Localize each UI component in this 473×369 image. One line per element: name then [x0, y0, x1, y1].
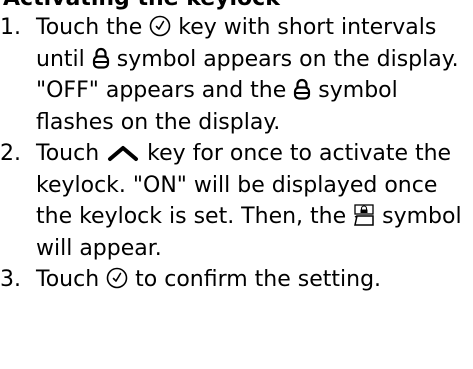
step-text: Touch the key with short intervals until: [36, 12, 473, 138]
instruction-page: Activating the keylock 1. Touch the key …: [0, 0, 473, 369]
step-number: 1.: [0, 15, 21, 40]
step-2: 2. Touch key for once to activate the ke…: [0, 138, 473, 264]
step-text-part: Touch: [36, 267, 100, 292]
section-heading: Activating the keylock: [3, 0, 280, 12]
clock-icon: [106, 267, 128, 289]
step-text-part: to confirm the setting.: [135, 267, 382, 292]
chevron-up-icon: [106, 143, 140, 163]
padlock-icon: [293, 78, 311, 100]
step-3: 3. Touch to confirm the setting.: [0, 264, 473, 296]
step-1: 1. Touch the key with short intervals un…: [0, 12, 473, 138]
keylock-display-icon: [353, 204, 375, 226]
step-text: Touch key for once to activate the keylo…: [36, 138, 473, 264]
padlock-icon: [92, 47, 110, 69]
step-text: Touch to confirm the setting.: [36, 264, 473, 296]
steps-list: 1. Touch the key with short intervals un…: [0, 12, 473, 296]
step-number: 2.: [0, 141, 21, 166]
clock-icon: [149, 15, 171, 37]
step-text-part: Touch: [36, 141, 100, 166]
step-text-part: Touch the: [36, 15, 143, 40]
step-number: 3.: [0, 267, 21, 292]
